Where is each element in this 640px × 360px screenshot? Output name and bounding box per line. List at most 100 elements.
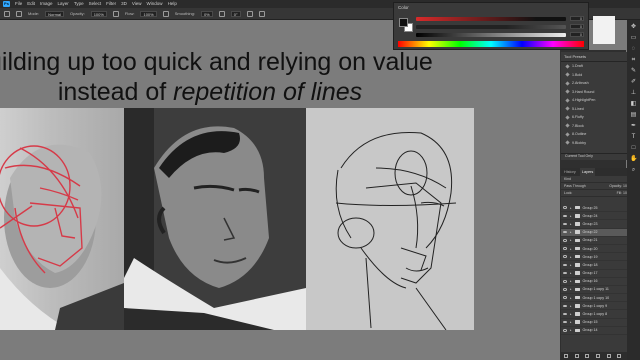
chevron-right-icon[interactable]: ▸ — [570, 287, 572, 291]
layer-row[interactable]: ▸ Group 1 copy 10 — [561, 294, 635, 303]
visibility-eye-icon[interactable] — [563, 206, 567, 209]
menu-help[interactable]: Help — [168, 0, 177, 8]
menu-3d[interactable]: 3D — [121, 0, 127, 8]
hue-slider[interactable] — [416, 17, 566, 21]
link-icon[interactable] — [564, 354, 569, 358]
layer-row[interactable]: ▸ Group 19 — [561, 253, 635, 262]
tab-history[interactable]: History — [564, 168, 576, 176]
layer-row[interactable]: ▸ Group 17 — [561, 270, 635, 278]
kind-filter-select[interactable]: Kind — [564, 176, 571, 182]
layer-row[interactable]: ▸ Group 18 — [561, 261, 635, 270]
chevron-right-icon[interactable]: ▸ — [570, 222, 572, 226]
menu-filter[interactable]: Filter — [106, 0, 116, 8]
brightness-slider[interactable] — [416, 33, 566, 37]
chevron-right-icon[interactable]: ▸ — [570, 328, 572, 332]
smoothing-input[interactable]: 0% — [200, 10, 213, 17]
chevron-right-icon[interactable]: ▸ — [570, 255, 572, 259]
mode-select[interactable]: Normal — [45, 10, 65, 17]
saturation-slider[interactable] — [416, 25, 566, 29]
visibility-eye-icon[interactable] — [563, 312, 567, 316]
brightness-value[interactable]: 0 — [570, 32, 584, 37]
brush-preset-icon[interactable] — [16, 10, 22, 17]
fx-icon[interactable] — [574, 354, 579, 358]
pen-icon[interactable]: ✒ — [630, 123, 637, 130]
menu-window[interactable]: Window — [147, 0, 163, 8]
preset-item[interactable]: 5.Lined — [561, 105, 627, 114]
layer-row[interactable]: ▸ Group 25 — [561, 204, 635, 213]
marquee-icon[interactable]: ▭ — [630, 35, 637, 42]
layer-row[interactable]: ▸ Group 20 — [561, 245, 635, 254]
layer-row[interactable]: ▸ Group 1 copy 9 — [561, 302, 635, 311]
shape-icon[interactable]: □ — [630, 145, 637, 152]
chevron-right-icon[interactable]: ▸ — [570, 320, 572, 324]
visibility-eye-icon[interactable] — [563, 214, 567, 218]
layer-row[interactable]: ▸ Group 14 — [561, 327, 635, 335]
menu-select[interactable]: Select — [89, 0, 102, 8]
color-spectrum-bar[interactable] — [398, 41, 584, 47]
chevron-right-icon[interactable]: ▸ — [570, 296, 572, 300]
preset-item[interactable]: 4.HighlightPen — [561, 96, 627, 105]
layer-row[interactable]: ▸ Group 15 — [561, 319, 635, 327]
visibility-eye-icon[interactable] — [563, 329, 567, 332]
preset-item[interactable]: 8.Outline — [561, 130, 627, 139]
menu-file[interactable]: File — [15, 0, 22, 8]
crop-icon[interactable]: ⌗ — [630, 57, 637, 64]
symmetry-icon[interactable] — [258, 10, 265, 17]
chevron-right-icon[interactable]: ▸ — [570, 263, 572, 267]
hue-value[interactable]: 0 — [570, 16, 584, 21]
chevron-right-icon[interactable]: ▸ — [570, 214, 572, 218]
chevron-right-icon[interactable]: ▸ — [570, 279, 572, 283]
layer-row[interactable]: ▸ Group 22 — [561, 228, 635, 237]
gear-icon[interactable] — [218, 10, 225, 17]
lasso-icon[interactable]: ◌ — [630, 46, 637, 53]
mask-icon[interactable] — [585, 354, 590, 358]
stamp-icon[interactable]: ⊥ — [630, 90, 637, 97]
preset-item[interactable]: 2.Artbrush — [561, 79, 627, 88]
eraser-icon[interactable]: ◧ — [630, 101, 637, 108]
menu-image[interactable]: Image — [40, 0, 53, 8]
visibility-eye-icon[interactable] — [563, 296, 567, 299]
visibility-eye-icon[interactable] — [563, 271, 567, 275]
type-icon[interactable]: T — [630, 134, 637, 141]
chevron-right-icon[interactable]: ▸ — [570, 304, 572, 308]
layer-row[interactable]: ▸ Group 1 copy 11 — [561, 286, 635, 295]
visibility-eye-icon[interactable] — [563, 304, 567, 308]
preset-item[interactable]: 6.Fluffy — [561, 113, 627, 122]
angle-input[interactable]: 0° — [230, 10, 241, 17]
layer-row[interactable]: ▸ Group 1 copy 8 — [561, 310, 635, 319]
current-tool-only-checkbox[interactable]: Current Tool Only — [561, 153, 627, 160]
chevron-right-icon[interactable]: ▸ — [570, 238, 572, 242]
chevron-right-icon[interactable]: ▸ — [570, 271, 572, 275]
hand-icon[interactable]: ✋ — [630, 156, 637, 163]
flow-input[interactable]: 100% — [140, 10, 157, 17]
visibility-eye-icon[interactable] — [563, 222, 567, 226]
chevron-right-icon[interactable]: ▸ — [570, 206, 572, 210]
visibility-eye-icon[interactable] — [563, 263, 567, 267]
chevron-right-icon[interactable]: ▸ — [570, 247, 572, 251]
folder-icon[interactable] — [606, 354, 611, 358]
chevron-right-icon[interactable]: ▸ — [570, 230, 572, 234]
menu-type[interactable]: Type — [74, 0, 84, 8]
saturation-value[interactable]: 0 — [570, 24, 584, 29]
document-canvas[interactable]: uilding up too quick and relying on valu… — [0, 20, 560, 360]
blend-mode-select[interactable]: Pass Through — [564, 183, 586, 189]
menu-layer[interactable]: Layer — [58, 0, 69, 8]
layer-row[interactable]: ▸ Group 21 — [561, 237, 635, 245]
new-layer-icon[interactable] — [617, 354, 622, 358]
zoom-icon[interactable]: ⌕ — [630, 167, 637, 174]
pressure-opacity-icon[interactable] — [112, 10, 119, 17]
preset-item[interactable]: 9.Blobby — [561, 139, 627, 148]
foreground-color-swatch[interactable] — [399, 18, 408, 27]
menu-view[interactable]: View — [132, 0, 142, 8]
airbrush-icon[interactable] — [162, 10, 169, 17]
chevron-right-icon[interactable]: ▸ — [570, 312, 572, 316]
visibility-eye-icon[interactable] — [563, 320, 567, 324]
preset-item[interactable]: 1.Bold — [561, 71, 627, 80]
menu-edit[interactable]: Edit — [27, 0, 35, 8]
adjustment-icon[interactable] — [595, 354, 600, 358]
brush-icon[interactable]: ✐ — [630, 79, 637, 86]
gradient-icon[interactable]: ▤ — [630, 112, 637, 119]
tab-layers[interactable]: Layers — [579, 168, 596, 176]
preset-item[interactable]: 7.Block — [561, 122, 627, 131]
layer-row[interactable]: ▸ Group 23 — [561, 220, 635, 229]
